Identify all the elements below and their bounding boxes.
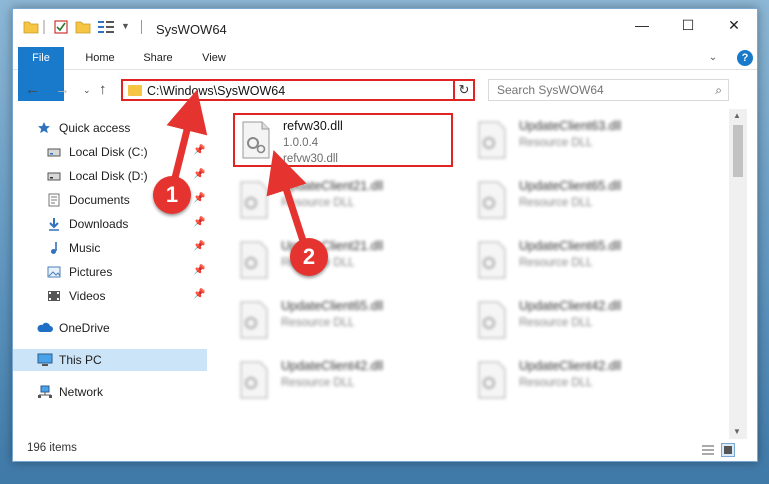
callout-badge-1: 1 [153,176,191,214]
callout-badge-2: 2 [290,238,328,276]
annotation-arrows [166,89,310,252]
